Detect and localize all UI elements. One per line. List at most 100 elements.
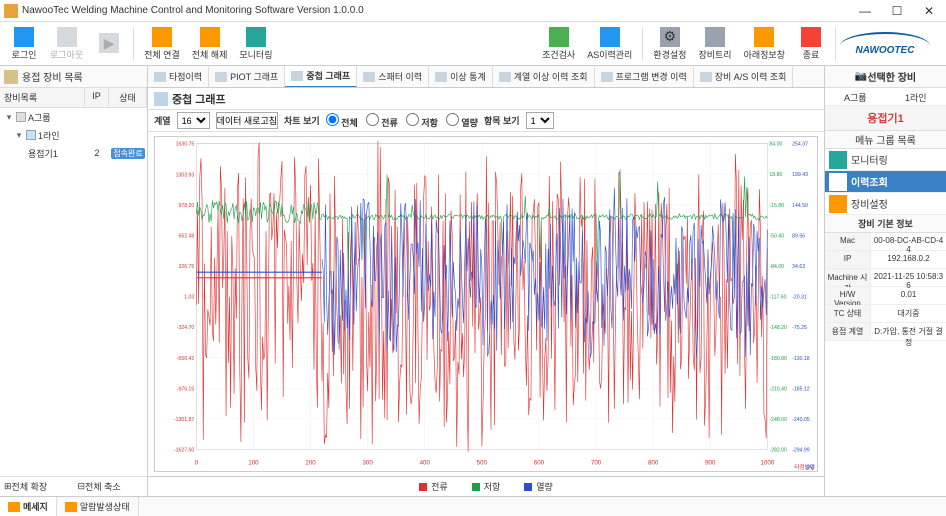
equipment-list-header: 용접 장비 목록 xyxy=(0,66,147,88)
tree-group-row[interactable]: ▾ A그룹 xyxy=(0,108,147,126)
svg-text:-117.60: -117.60 xyxy=(769,295,786,301)
chart-legend: 전류 저항 열량 xyxy=(148,476,824,496)
play-button[interactable]: ▶ xyxy=(89,31,129,56)
equipment-tree[interactable]: ▾ A그룹 ▾ 1라인 용접기1 2 접속완료 xyxy=(0,108,147,476)
settings-icon xyxy=(829,195,847,213)
svg-text:100: 100 xyxy=(248,459,259,466)
graph-subheader: 중첩 그래프 xyxy=(148,88,824,110)
chart-area[interactable]: 01002003004005006007008009001000-1627.60… xyxy=(154,136,818,472)
svg-text:84.00: 84.00 xyxy=(769,142,782,148)
main-toolbar: 로그인 로그아웃 ▶ 전체 연결 전체 해제 모니터링 조건검사 AS이력관리 … xyxy=(0,22,946,66)
window-maximize-button[interactable]: ☐ xyxy=(888,4,906,18)
svg-text:144.50: 144.50 xyxy=(792,203,808,209)
svg-text:600: 600 xyxy=(534,459,545,466)
viewchart-label: 차트 보기 xyxy=(284,114,320,127)
svg-text:-976.15: -976.15 xyxy=(177,386,195,392)
radio-resist[interactable]: 저항 xyxy=(406,113,438,129)
gear-icon: ⚙ xyxy=(660,27,680,47)
legend-heat: 열량 xyxy=(524,480,553,493)
svg-text:-240.05: -240.05 xyxy=(792,417,810,423)
selected-equipment-panel: 📷 선택한 장비 A그룹 1라인 용접기1 메뉴 그룹 목록 모니터링 이력조회… xyxy=(824,66,946,496)
collapse-icon: ⊟ xyxy=(78,481,86,492)
expander-icon[interactable]: ▾ xyxy=(14,130,24,141)
selected-device: 용접기1 xyxy=(825,106,946,131)
equipment-tree-button[interactable]: 장비트리 xyxy=(692,25,737,63)
eq-info-header: 장비 기본 정보 xyxy=(825,215,946,233)
panel-icon xyxy=(4,70,18,84)
bottom-tab-message[interactable]: 메세지 xyxy=(0,497,57,516)
item-select[interactable]: 1 xyxy=(526,112,554,129)
main-workspace: 타점이력 PIOT 그래프 중첩 그래프 스패터 이력 이상 통계 계열 이상 … xyxy=(148,66,824,496)
svg-text:1303.93: 1303.93 xyxy=(176,172,195,178)
monitor-icon xyxy=(829,151,847,169)
svg-text:1000: 1000 xyxy=(760,459,774,466)
svg-text:1.03: 1.03 xyxy=(184,295,194,301)
equipment-list-panel: 용접 장비 목록 장비목록 IP 상태 ▾ A그룹 ▾ 1라인 xyxy=(0,66,148,496)
monitor-icon xyxy=(246,27,266,47)
menu-eq-settings[interactable]: 장비설정 xyxy=(825,193,946,215)
login-button[interactable]: 로그인 xyxy=(4,25,44,63)
tab-icon xyxy=(154,72,166,82)
selected-group: A그룹 xyxy=(825,88,886,105)
condition-check-button[interactable]: 조건검사 xyxy=(536,25,581,63)
as-history-button[interactable]: AS이력관리 xyxy=(581,25,638,63)
error-store-button[interactable]: 아래정보창 xyxy=(738,25,791,63)
item-label: 항목 보기 xyxy=(484,114,520,127)
tab-spot-history[interactable]: 타점이력 xyxy=(148,66,209,87)
svg-text:300: 300 xyxy=(362,459,373,466)
expand-all-button[interactable]: ⊞ 전체 확장 xyxy=(0,480,74,493)
refresh-button[interactable]: 데이터 새로고침 xyxy=(216,112,278,129)
tab-anomaly-stats[interactable]: 이상 통계 xyxy=(429,66,493,87)
svg-text:-148.20: -148.20 xyxy=(769,325,787,331)
disconnect-icon xyxy=(200,27,220,47)
window-minimize-button[interactable]: — xyxy=(856,4,874,18)
svg-text:-650.42: -650.42 xyxy=(177,356,195,362)
expander-icon[interactable]: ▾ xyxy=(4,112,14,123)
env-settings-button[interactable]: ⚙ 환경설정 xyxy=(647,25,692,63)
svg-text:-282.00: -282.00 xyxy=(769,448,787,454)
monitoring-button[interactable]: 모니터링 xyxy=(233,25,278,63)
svg-text:-130.18: -130.18 xyxy=(792,356,810,362)
collapse-all-button[interactable]: ⊟ 전체 축소 xyxy=(74,480,148,493)
selected-equipment-header: 📷 선택한 장비 xyxy=(825,66,946,88)
window-close-button[interactable]: ✕ xyxy=(920,4,938,18)
svg-text:-210.40: -210.40 xyxy=(769,386,787,392)
info-version: H/W Version0.01 xyxy=(825,287,946,305)
radio-heat[interactable]: 열량 xyxy=(446,113,478,129)
svg-text:700: 700 xyxy=(591,459,602,466)
info-mac: Mac00-08-DC-AB-CD-44 xyxy=(825,233,946,251)
svg-text:-324.70: -324.70 xyxy=(177,325,195,331)
disconnect-all-button[interactable]: 전체 해제 xyxy=(186,25,234,63)
tab-overlap-graph[interactable]: 중첩 그래프 xyxy=(285,66,357,88)
tree-footer: ⊞ 전체 확장 ⊟ 전체 축소 xyxy=(0,476,147,496)
line-icon xyxy=(26,130,36,140)
bottom-tab-alarm[interactable]: 알람발생상태 xyxy=(57,497,139,516)
tab-piot-graph[interactable]: PIOT 그래프 xyxy=(209,66,285,87)
error-store-icon xyxy=(754,27,774,47)
tab-spatter-history[interactable]: 스패터 이력 xyxy=(357,66,429,87)
connect-all-button[interactable]: 전체 연결 xyxy=(138,25,186,63)
radio-all[interactable]: 전체 xyxy=(326,113,358,129)
svg-text:1630.75: 1630.75 xyxy=(176,142,195,148)
status-badge: 접속완료 xyxy=(111,148,144,159)
tab-series-anomaly[interactable]: 계열 이상 이력 조회 xyxy=(493,66,595,87)
exit-button[interactable]: 종료 xyxy=(791,25,831,63)
tab-icon xyxy=(499,72,511,82)
device-icon: 📷 xyxy=(855,71,867,82)
menu-monitoring[interactable]: 모니터링 xyxy=(825,149,946,171)
warning-icon xyxy=(8,502,20,512)
selected-line: 1라인 xyxy=(886,88,946,105)
tree-line-row[interactable]: ▾ 1라인 xyxy=(0,126,147,144)
play-icon: ▶ xyxy=(99,33,119,53)
menu-history[interactable]: 이력조회 xyxy=(825,171,946,193)
tab-icon xyxy=(215,72,227,82)
svg-text:0: 0 xyxy=(195,459,199,466)
series-select[interactable]: 16 xyxy=(177,112,210,129)
exit-icon xyxy=(801,27,821,47)
radio-current[interactable]: 전류 xyxy=(366,113,398,129)
tab-program-change[interactable]: 프로그램 변경 이력 xyxy=(595,66,694,87)
tab-eq-as-history[interactable]: 장비 A/S 이력 조회 xyxy=(694,66,794,87)
tree-device-row[interactable]: 용접기1 2 접속완료 xyxy=(0,144,147,162)
svg-text:326.75: 326.75 xyxy=(179,264,195,270)
logout-button[interactable]: 로그아웃 xyxy=(44,25,89,63)
